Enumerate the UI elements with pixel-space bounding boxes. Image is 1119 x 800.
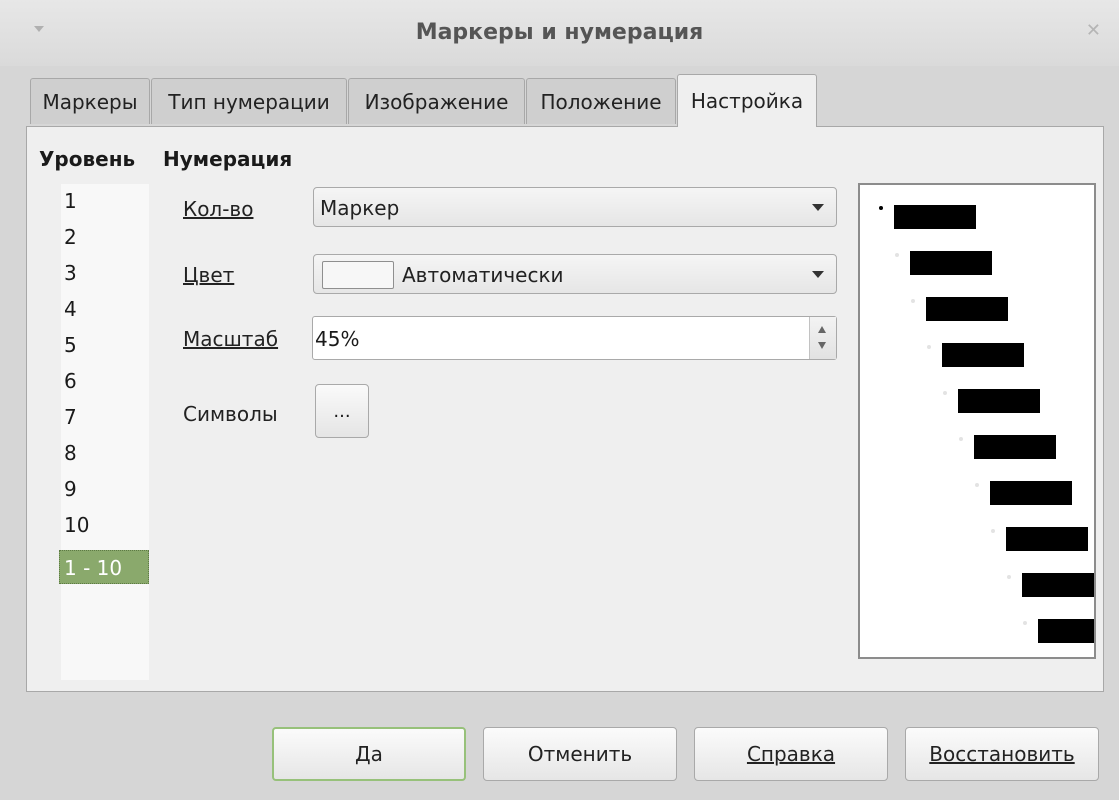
preview-line xyxy=(910,251,992,275)
bullet-dot xyxy=(1023,621,1027,625)
spin-up-icon[interactable] xyxy=(818,326,826,333)
color-swatch xyxy=(322,261,394,289)
dropdown-arrow-icon xyxy=(812,271,824,278)
bullet-dot xyxy=(975,483,979,487)
cancel-button[interactable]: Отменить xyxy=(483,727,677,781)
help-button[interactable]: Справка xyxy=(694,727,888,781)
level-item-2[interactable]: 2 xyxy=(61,220,149,254)
preview-line xyxy=(1038,619,1094,643)
color-label: Цвет xyxy=(183,263,235,287)
count-value: Маркер xyxy=(320,196,400,220)
tab-bullets[interactable]: Маркеры xyxy=(30,78,150,124)
reset-button[interactable]: Восстановить xyxy=(905,727,1099,781)
symbols-label: Символы xyxy=(183,402,278,426)
level-item-all[interactable]: 1 - 10 xyxy=(59,550,149,584)
level-item-1[interactable]: 1 xyxy=(61,184,149,218)
bullet-dot xyxy=(1007,575,1011,579)
bullet-dot xyxy=(927,345,931,349)
preview-line xyxy=(926,297,1008,321)
level-list[interactable]: 1 2 3 4 5 6 7 8 9 10 1 - 10 xyxy=(59,184,149,680)
settings-panel: Уровень Нумерация 1 2 3 4 5 6 7 8 9 10 1… xyxy=(26,126,1104,692)
dropdown-arrow-icon xyxy=(812,204,824,211)
symbols-button[interactable]: ... xyxy=(315,384,369,438)
count-label: Кол-во xyxy=(183,197,254,221)
bullet-dot xyxy=(879,206,883,210)
level-item-3[interactable]: 3 xyxy=(61,256,149,290)
ok-button[interactable]: Да xyxy=(272,727,466,781)
count-select[interactable]: Маркер xyxy=(313,187,837,227)
close-icon[interactable]: ✕ xyxy=(1086,20,1101,41)
scale-spinbox[interactable]: 45% xyxy=(312,316,837,360)
level-item-6[interactable]: 6 xyxy=(61,364,149,398)
preview-line xyxy=(1022,573,1094,597)
dialog-window: Маркеры и нумерация ✕ Маркеры Тип нумера… xyxy=(0,0,1119,800)
preview-line xyxy=(942,343,1024,367)
bullet-dot xyxy=(959,437,963,441)
spin-buttons xyxy=(809,317,836,359)
bullet-dot xyxy=(911,299,915,303)
spin-down-icon[interactable] xyxy=(818,342,826,349)
level-item-10[interactable]: 10 xyxy=(61,508,149,542)
bullet-dot xyxy=(943,391,947,395)
numbering-header: Нумерация xyxy=(163,147,293,171)
color-value: Автоматически xyxy=(402,263,564,287)
bullet-dot xyxy=(895,253,899,257)
level-item-9[interactable]: 9 xyxy=(61,472,149,506)
color-select[interactable]: Автоматически xyxy=(313,254,837,294)
level-item-8[interactable]: 8 xyxy=(61,436,149,470)
level-item-5[interactable]: 5 xyxy=(61,328,149,362)
preview-line xyxy=(1006,527,1088,551)
preview-line xyxy=(974,435,1056,459)
dialog-title: Маркеры и нумерация xyxy=(415,20,704,45)
bullet-dot xyxy=(991,529,995,533)
tab-numbering-type[interactable]: Тип нумерации xyxy=(151,78,347,124)
preview-line xyxy=(958,389,1040,413)
preview-line xyxy=(894,205,976,229)
scale-value[interactable]: 45% xyxy=(315,327,359,351)
tab-image[interactable]: Изображение xyxy=(348,78,525,124)
level-item-7[interactable]: 7 xyxy=(61,400,149,434)
preview-line xyxy=(990,481,1072,505)
tab-customize[interactable]: Настройка xyxy=(677,74,817,127)
tab-position[interactable]: Положение xyxy=(526,78,676,124)
title-bar: Маркеры и нумерация ✕ xyxy=(0,0,1119,66)
scale-label: Масштаб xyxy=(183,327,279,351)
preview-pane xyxy=(858,183,1096,659)
level-item-4[interactable]: 4 xyxy=(61,292,149,326)
level-header: Уровень xyxy=(39,147,136,171)
